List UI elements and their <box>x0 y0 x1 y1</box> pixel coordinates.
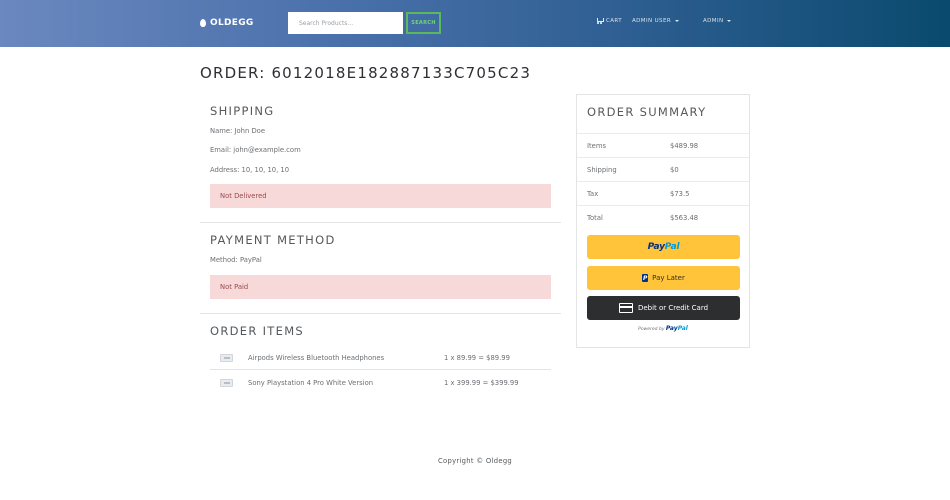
payment-status-alert: Not Paid <box>210 275 551 299</box>
paypal-logo: PayPal <box>648 242 680 252</box>
shipping-address: Address: 10, 10, 10, 10 <box>210 166 290 174</box>
order-summary-card: ORDER SUMMARY Items $489.98 Shipping $0 … <box>576 94 750 348</box>
product-thumbnail <box>220 378 233 387</box>
shipping-email: Email: john@example.com <box>210 146 301 154</box>
search-input[interactable] <box>288 12 403 34</box>
search-button[interactable]: SEARCH <box>406 12 441 34</box>
summary-row-shipping: Shipping $0 <box>577 157 749 181</box>
shipping-name: Name: John Doe <box>210 127 266 135</box>
paypal-logo-pay: Pay <box>647 242 665 252</box>
product-name-link[interactable]: Sony Playstation 4 Pro White Version <box>248 379 373 387</box>
cart-label: CART <box>606 18 622 24</box>
summary-value: $73.5 <box>670 190 690 198</box>
summary-value: $489.98 <box>670 142 699 150</box>
shipping-heading: SHIPPING <box>210 104 275 118</box>
paypal-logo-pal: Pal <box>664 242 680 252</box>
summary-value: $563.48 <box>670 214 699 222</box>
order-item-row: Airpods Wireless Bluetooth Headphones 1 … <box>210 347 551 370</box>
payment-heading: PAYMENT METHOD <box>210 233 336 247</box>
divider <box>200 222 561 223</box>
summary-label: Total <box>587 214 603 222</box>
paypal-small-logo-pal: Pal <box>677 325 688 332</box>
item-price: 1 x 399.99 = $399.99 <box>444 378 519 387</box>
footer-copyright: Copyright © Oldegg <box>437 457 513 465</box>
paypal-p-icon: P <box>642 274 649 282</box>
summary-label: Shipping <box>587 166 617 174</box>
admin-menu-dropdown[interactable]: ADMIN <box>703 18 732 24</box>
brand-name: OLDEGG <box>210 18 254 28</box>
admin-menu-label: ADMIN <box>703 18 724 24</box>
cart-icon <box>596 18 604 24</box>
caret-down-icon <box>727 20 732 22</box>
summary-label: Tax <box>587 190 599 198</box>
debit-credit-card-button[interactable]: Debit or Credit Card <box>587 296 740 320</box>
page-title: ORDER: 6012018E182887133C705C23 <box>200 64 532 82</box>
divider <box>200 313 561 314</box>
summary-row-items: Items $489.98 <box>577 133 749 157</box>
paypal-small-logo-pay: Pay <box>665 325 678 332</box>
order-items-heading: ORDER ITEMS <box>210 324 305 338</box>
pay-later-label: Pay Later <box>652 274 685 282</box>
brand-logo[interactable]: OLDEGG <box>200 16 254 30</box>
user-menu-dropdown[interactable]: ADMIN USER <box>632 18 680 24</box>
navbar: OLDEGG SEARCH CART ADMIN USER ADMIN <box>0 0 950 47</box>
credit-card-icon <box>618 303 633 313</box>
delivery-status-alert: Not Delivered <box>210 184 551 208</box>
order-summary-heading: ORDER SUMMARY <box>587 105 707 119</box>
summary-label: Items <box>587 142 607 150</box>
paypal-button[interactable]: PayPal <box>587 235 740 259</box>
summary-row-total: Total $563.48 <box>577 205 749 229</box>
pay-later-button[interactable]: P Pay Later <box>587 266 740 290</box>
summary-row-tax: Tax $73.5 <box>577 181 749 205</box>
product-name-link[interactable]: Airpods Wireless Bluetooth Headphones <box>248 354 384 362</box>
powered-by-paypal: Powered by PayPal <box>577 325 749 332</box>
egg-icon <box>200 19 206 27</box>
payment-method: Method: PayPal <box>210 256 262 264</box>
product-thumbnail <box>220 354 233 362</box>
paypal-small-logo: PayPal <box>666 325 688 332</box>
order-item-row: Sony Playstation 4 Pro White Version 1 x… <box>210 371 551 394</box>
caret-down-icon <box>675 20 680 22</box>
summary-value: $0 <box>670 166 679 174</box>
cart-link[interactable]: CART <box>596 18 622 24</box>
card-button-label: Debit or Credit Card <box>637 304 709 312</box>
powered-by-label: Powered by <box>638 327 665 332</box>
user-menu-label: ADMIN USER <box>632 18 672 24</box>
item-price: 1 x 89.99 = $89.99 <box>444 354 510 362</box>
